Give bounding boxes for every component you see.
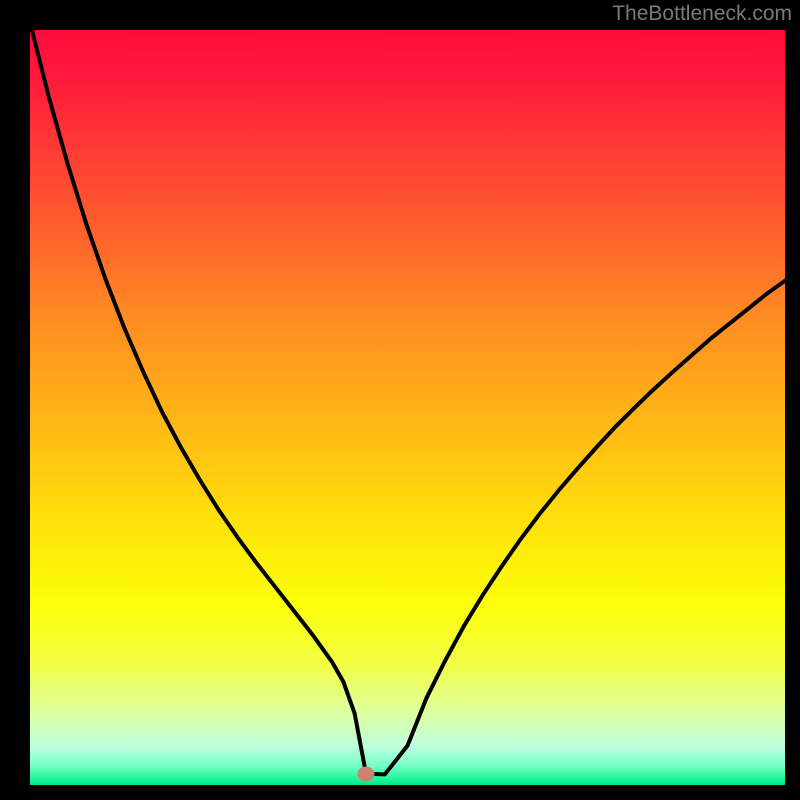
bottleneck-curve-svg — [30, 30, 785, 785]
watermark-text: TheBottleneck.com — [612, 2, 792, 26]
plot-area — [30, 30, 785, 785]
optimum-marker — [357, 766, 374, 781]
bottleneck-curve — [30, 30, 785, 774]
chart-frame: TheBottleneck.com — [0, 0, 800, 800]
